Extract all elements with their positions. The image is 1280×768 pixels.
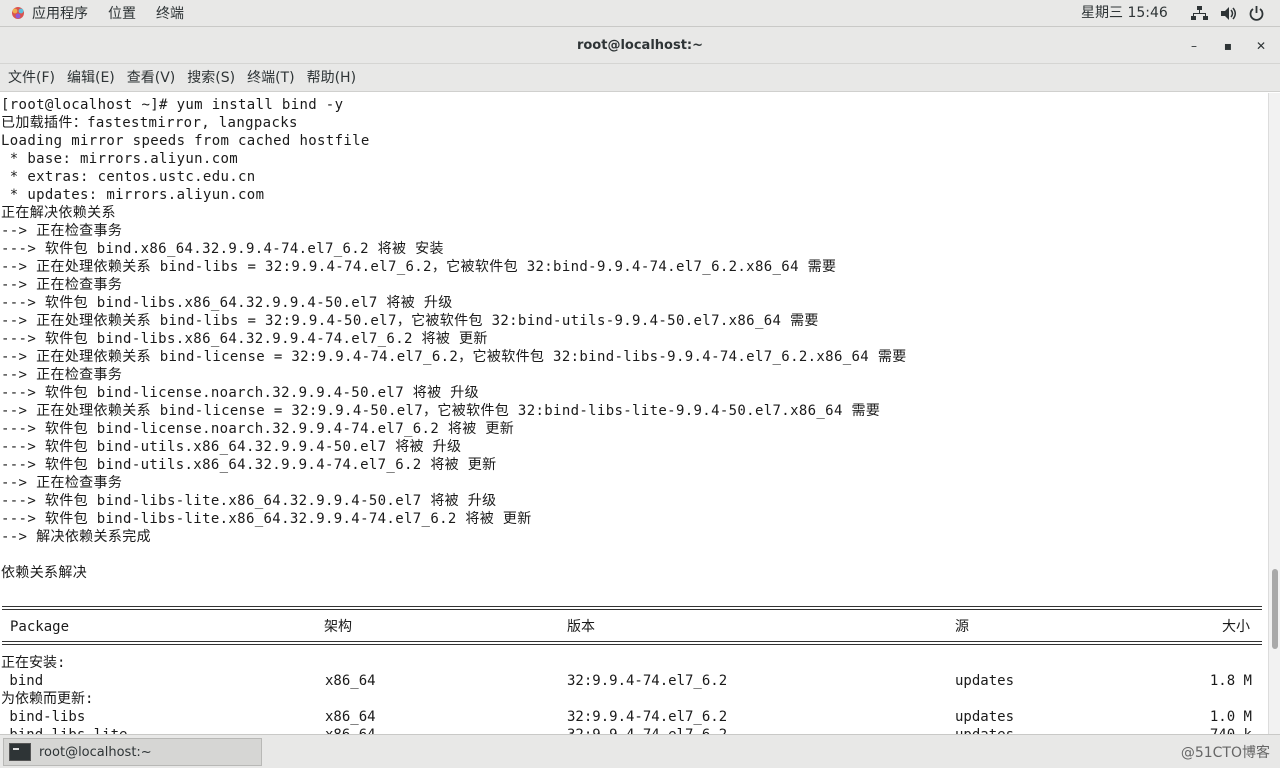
table-row: bind x86_64 32:9.9.4-74.el7_6.2 updates … <box>0 672 1268 690</box>
section-installing-label: 正在安装: <box>1 655 66 671</box>
cell-size: 740 k <box>1152 726 1252 734</box>
terminal-line: --> 正在处理依赖关系 bind-libs = 32:9.9.4-74.el7… <box>1 259 837 275</box>
window-titlebar[interactable]: root@localhost:~ – ▪ ✕ <box>0 27 1280 64</box>
menu-view[interactable]: 查看(V) <box>121 64 182 92</box>
terminal-line: --> 解决依赖关系完成 <box>1 529 151 545</box>
terminal-lines: [root@localhost ~]# yum install bind -y 已… <box>1 96 907 582</box>
terminal-line: --> 正在检查事务 <box>1 277 123 293</box>
applications-menu[interactable]: 应用程序 <box>0 0 98 27</box>
menu-file[interactable]: 文件(F) <box>2 64 61 92</box>
minimize-button[interactable]: – <box>1184 36 1204 56</box>
terminal-line: * base: mirrors.aliyun.com <box>1 151 239 167</box>
taskbar: root@localhost:~ @51CTO博客 <box>0 734 1280 768</box>
menu-search[interactable]: 搜索(S) <box>181 64 241 92</box>
terminal-line: * extras: centos.ustc.edu.cn <box>1 169 256 185</box>
cell-repo: updates <box>955 709 1015 725</box>
cell-package: bind-libs-lite <box>1 726 127 734</box>
terminal-line: ---> 软件包 bind-license.noarch.32.9.9.4-74… <box>1 421 515 437</box>
cell-package: bind-libs <box>1 709 86 725</box>
terminal-line: ---> 软件包 bind-libs.x86_64.32.9.9.4-50.el… <box>1 295 453 311</box>
header-package: Package <box>10 619 70 635</box>
table-row: bind-libs x86_64 32:9.9.4-74.el7_6.2 upd… <box>0 708 1268 726</box>
taskbar-window-label: root@localhost:~ <box>39 744 152 760</box>
terminal-line: --> 正在处理依赖关系 bind-license = 32:9.9.4-74.… <box>1 349 907 365</box>
terminal-line: ---> 软件包 bind-utils.x86_64.32.9.9.4-50.e… <box>1 439 462 455</box>
header-version: 版本 <box>567 619 595 635</box>
terminal-line: ---> 软件包 bind-license.noarch.32.9.9.4-50… <box>1 385 479 401</box>
cell-size: 1.0 M <box>1209 709 1252 725</box>
maximize-button[interactable]: ▪ <box>1218 36 1238 56</box>
watermark: @51CTO博客 <box>1180 745 1270 761</box>
close-button[interactable]: ✕ <box>1251 36 1271 56</box>
table-separator-top <box>2 606 1262 610</box>
table-separator-bottom <box>2 641 1262 645</box>
terminal-line: --> 正在检查事务 <box>1 367 123 383</box>
terminal-line: ---> 软件包 bind-libs.x86_64.32.9.9.4-74.el… <box>1 331 488 347</box>
cell-arch: x86_64 <box>325 709 376 725</box>
cell-package: bind <box>1 673 44 689</box>
terminal-output[interactable]: [root@localhost ~]# yum install bind -y 已… <box>0 93 1268 734</box>
terminal-line: ---> 软件包 bind-libs-lite.x86_64.32.9.9.4-… <box>1 511 532 527</box>
terminal-line: --> 正在处理依赖关系 bind-libs = 32:9.9.4-50.el7… <box>1 313 819 329</box>
clock[interactable]: 星期三 15:46 <box>1081 0 1168 27</box>
applications-icon <box>12 7 24 19</box>
terminal-line: ---> 软件包 bind-libs-lite.x86_64.32.9.9.4-… <box>1 493 497 509</box>
section-updating: 为依赖而更新: <box>0 690 1268 708</box>
cell-version: 32:9.9.4-74.el7_6.2 <box>567 726 727 734</box>
section-installing: 正在安装: <box>0 654 1268 672</box>
menu-edit[interactable]: 编辑(E) <box>61 64 121 92</box>
menu-terminal[interactable]: 终端(T) <box>241 64 300 92</box>
window-title: root@localhost:~ <box>576 38 704 53</box>
cell-version: 32:9.9.4-74.el7_6.2 <box>567 673 728 689</box>
terminal-icon <box>9 743 31 761</box>
terminal-line: ---> 软件包 bind.x86_64.32.9.9.4-74.el7_6.2… <box>1 241 444 257</box>
cell-repo: updates <box>955 726 1014 734</box>
cell-repo: updates <box>955 673 1015 689</box>
volume-icon[interactable] <box>1220 5 1237 22</box>
terminal-line: [root@localhost ~]# yum install bind -y <box>1 97 344 113</box>
places-menu[interactable]: 位置 <box>98 0 146 27</box>
table-header-row: Package 架构 版本 源 大小 <box>0 618 1268 636</box>
terminal-line: --> 正在检查事务 <box>1 223 123 239</box>
terminal-app-label: 终端 <box>156 6 184 22</box>
cell-version: 32:9.9.4-74.el7_6.2 <box>567 709 728 725</box>
terminal-line: Loading mirror speeds from cached hostfi… <box>1 133 370 149</box>
taskbar-window-button[interactable]: root@localhost:~ <box>3 738 262 766</box>
network-icon[interactable] <box>1191 5 1208 22</box>
terminal-line: 正在解决依赖关系 <box>1 205 116 221</box>
terminal-scrollbar[interactable] <box>1268 93 1280 734</box>
scrollbar-thumb[interactable] <box>1272 569 1278 649</box>
cell-arch: x86_64 <box>325 673 376 689</box>
menu-help[interactable]: 帮助(H) <box>301 64 362 92</box>
top-panel: 应用程序 位置 终端 星期三 15:46 <box>0 0 1280 27</box>
header-repo: 源 <box>955 619 969 635</box>
terminal-line: 依赖关系解决 <box>1 565 88 581</box>
applications-label: 应用程序 <box>32 6 88 22</box>
header-arch: 架构 <box>324 619 352 635</box>
table-row: bind-libs-lite x86_64 32:9.9.4-74.el7_6.… <box>0 726 1268 734</box>
terminal-line: --> 正在处理依赖关系 bind-license = 32:9.9.4-50.… <box>1 403 881 419</box>
section-updating-label: 为依赖而更新: <box>1 691 94 707</box>
cell-arch: x86_64 <box>325 726 376 734</box>
terminal-line: ---> 软件包 bind-utils.x86_64.32.9.9.4-74.e… <box>1 457 497 473</box>
cell-size: 1.8 M <box>1209 673 1252 689</box>
menubar: 文件(F) 编辑(E) 查看(V) 搜索(S) 终端(T) 帮助(H) <box>0 64 1280 92</box>
header-size: 大小 <box>1222 619 1250 635</box>
terminal-line: 已加载插件：fastestmirror, langpacks <box>1 115 298 131</box>
power-icon[interactable] <box>1248 5 1265 22</box>
terminal-line: --> 正在检查事务 <box>1 475 123 491</box>
places-label: 位置 <box>108 6 136 22</box>
terminal-app-menu[interactable]: 终端 <box>146 0 194 27</box>
terminal-line: * updates: mirrors.aliyun.com <box>1 187 265 203</box>
